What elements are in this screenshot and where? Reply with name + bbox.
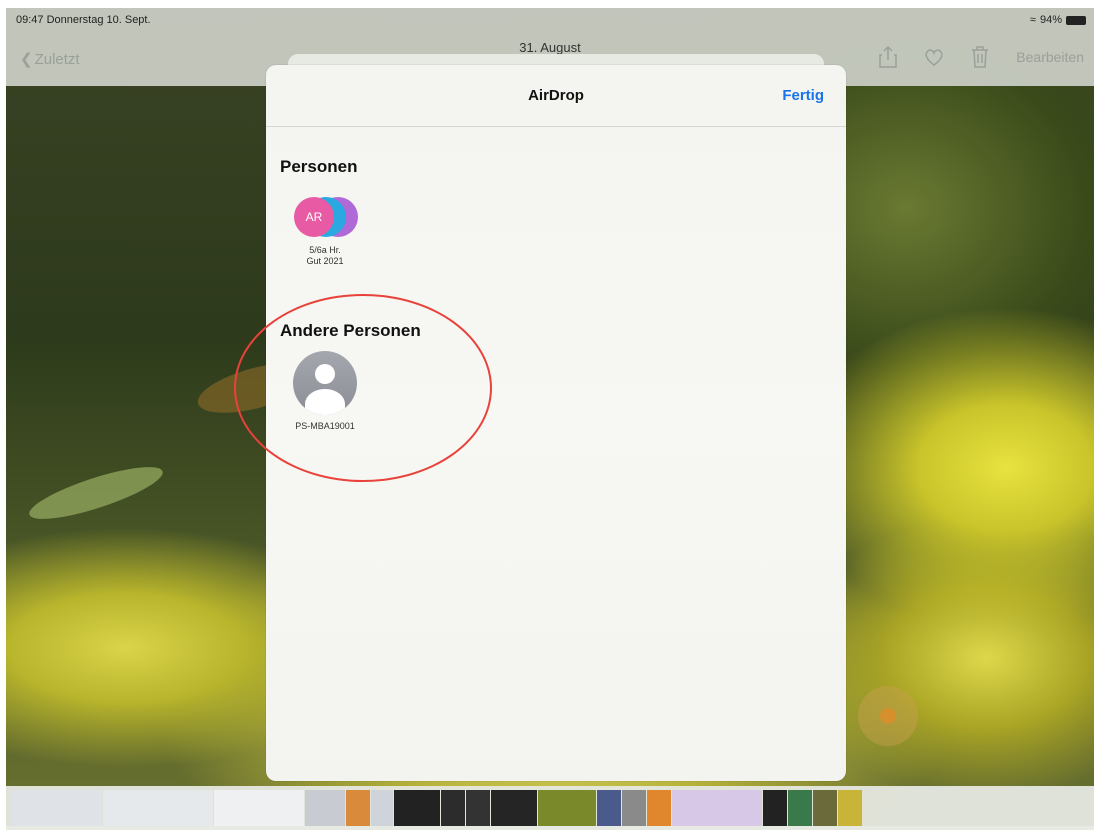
share-icon[interactable]	[878, 46, 898, 68]
people-section-title: Personen	[280, 157, 358, 176]
thumbnail-strip[interactable]	[6, 786, 1094, 830]
person-label-line2: Gut 2021	[306, 256, 344, 266]
thumbnail[interactable]	[214, 790, 304, 826]
thumbnail[interactable]	[305, 790, 345, 826]
trash-icon[interactable]	[970, 46, 990, 68]
battery-percent: 94%	[1039, 14, 1062, 26]
edit-button[interactable]: Bearbeiten	[1016, 49, 1084, 65]
thumbnail[interactable]	[622, 790, 646, 826]
thumbnail[interactable]	[346, 790, 370, 826]
thumbnail[interactable]	[441, 790, 465, 826]
thumbnail[interactable]	[788, 790, 812, 826]
thumbnail[interactable]	[103, 790, 213, 826]
leaf-shape	[24, 457, 168, 529]
person-item-group[interactable]: AR 5/6a Hr. Gut 2021	[280, 197, 370, 267]
thumbnail[interactable]	[371, 790, 393, 826]
sheet-header: AirDrop Fertig	[266, 65, 846, 127]
thumbnail[interactable]	[12, 790, 102, 826]
sheet-title: AirDrop	[528, 87, 584, 104]
thumbnail[interactable]	[466, 790, 490, 826]
nav-actions: Bearbeiten	[878, 46, 1084, 68]
status-time: 09:47 Donnerstag 10. Sept.	[16, 14, 151, 26]
avatar-bubble-initials: AR	[294, 197, 334, 237]
heart-icon[interactable]	[924, 46, 944, 68]
thumbnail[interactable]	[672, 790, 762, 826]
thumbnail[interactable]	[491, 790, 537, 826]
thumbnail[interactable]	[394, 790, 440, 826]
person-label-line1: 5/6a Hr.	[309, 245, 341, 255]
status-right: ≈ 94%	[1030, 14, 1086, 26]
thumbnail[interactable]	[763, 790, 787, 826]
thumbnail[interactable]	[538, 790, 596, 826]
wifi-icon: ≈	[1029, 14, 1036, 26]
battery-icon	[1066, 15, 1086, 25]
group-avatar: AR	[290, 197, 360, 241]
thumbnail[interactable]	[838, 790, 862, 826]
thumbnail[interactable]	[597, 790, 621, 826]
annotation-circle	[234, 294, 492, 482]
thumbnail[interactable]	[647, 790, 671, 826]
thumbnail[interactable]	[813, 790, 837, 826]
assistive-touch-icon[interactable]	[858, 686, 918, 746]
done-button[interactable]: Fertig	[782, 87, 824, 104]
